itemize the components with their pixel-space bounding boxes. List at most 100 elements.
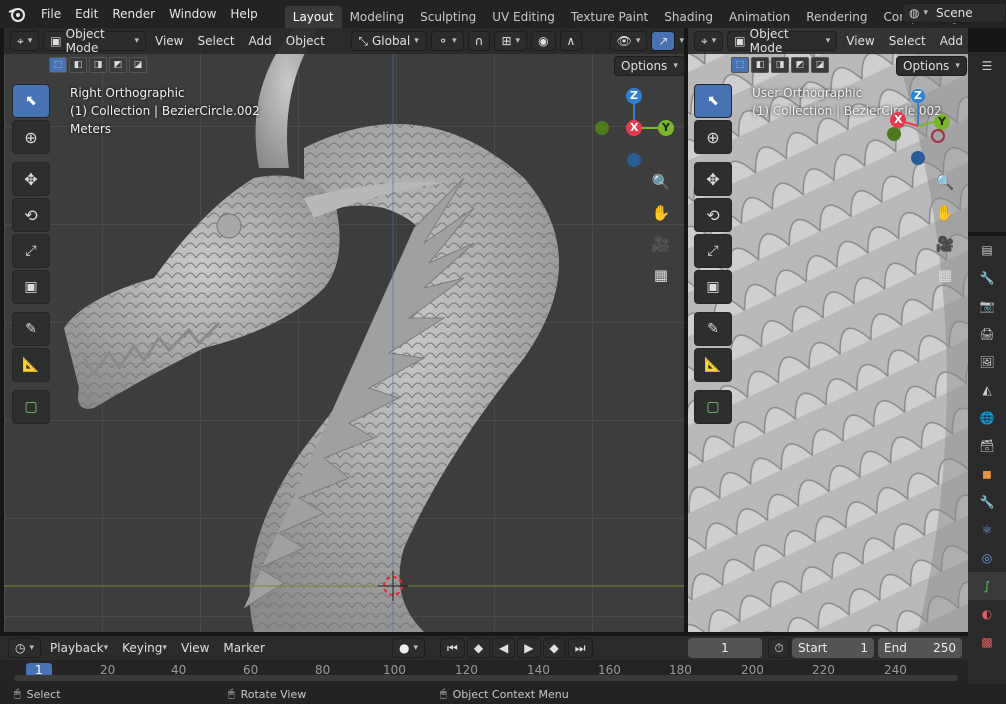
next-keyframe-button[interactable]: ◆ (542, 638, 566, 658)
gizmo-toggle[interactable]: ↗ (651, 31, 676, 51)
right-mode-select[interactable]: ▣ Object Mode ▾ (727, 27, 838, 55)
right-menu-select[interactable]: Select (884, 31, 931, 51)
prev-keyframe-button[interactable]: ◆ (466, 638, 491, 658)
modifier-tab[interactable]: 🔧 (968, 488, 1006, 516)
menu-object[interactable]: Object (281, 31, 330, 51)
right-move-tool[interactable]: ✥ (694, 162, 732, 196)
right-3d-viewport[interactable]: User Orthographic (1) Collection | Bezie… (688, 28, 968, 632)
right-select-intersect-button[interactable]: ◪ (811, 57, 829, 73)
right-navigation-gizmo[interactable]: Z X Y (886, 86, 962, 166)
tool-tab[interactable]: 🔧 (968, 264, 1006, 292)
current-frame-field[interactable]: 1 (688, 638, 762, 658)
marker-menu[interactable]: Marker (218, 638, 269, 658)
pan-button[interactable]: ✋ (648, 200, 674, 226)
right-menu-view[interactable]: View (841, 31, 879, 51)
end-frame-field[interactable]: End 250 (878, 638, 962, 658)
tab-texture-paint[interactable]: Texture Paint (563, 6, 656, 28)
output-tab[interactable]: 🖨 (968, 320, 1006, 348)
right-select-invert-button[interactable]: ◩ (791, 57, 809, 73)
right-select-extend-button[interactable]: ◧ (751, 57, 769, 73)
zoom-button[interactable]: 🔍 (648, 169, 674, 195)
select-subtract-button[interactable]: ◨ (89, 57, 107, 73)
right-scale-tool[interactable]: ⤢ (694, 234, 732, 268)
right-options-dropdown[interactable]: Options ▾ (896, 56, 967, 76)
world-tab[interactable]: 🌐 (968, 404, 1006, 432)
play-reverse-button[interactable]: ◀ (492, 638, 516, 658)
transform-orientation-select[interactable]: ⤡ Global ▾ (351, 31, 428, 51)
texture-tab[interactable]: ▩ (968, 628, 1006, 656)
tab-rendering[interactable]: Rendering (798, 6, 875, 28)
right-transform-tool[interactable]: ▣ (694, 270, 732, 304)
add-cube-tool[interactable]: ▢ (12, 390, 50, 424)
jump-end-button[interactable]: ⏭ (567, 638, 593, 658)
rotate-tool[interactable]: ⟲ (12, 198, 50, 232)
material-tab[interactable]: ◐ (968, 600, 1006, 628)
menu-add[interactable]: Add (244, 31, 277, 51)
menu-view[interactable]: View (150, 31, 188, 51)
tab-sculpting[interactable]: Sculpting (412, 6, 484, 28)
auto-keying-toggle[interactable]: ● ▾ (392, 638, 426, 658)
menu-file[interactable]: File (34, 3, 68, 25)
snap-toggle[interactable]: ∩ (467, 31, 491, 51)
right-rotate-tool[interactable]: ⟲ (694, 198, 732, 232)
menu-render[interactable]: Render (105, 3, 162, 25)
jump-start-button[interactable]: ⏮ (440, 638, 465, 658)
tab-uv-editing[interactable]: UV Editing (484, 6, 563, 28)
annotate-tool[interactable]: ✎ (12, 312, 50, 346)
ortho-toggle-button[interactable]: ▦ (648, 262, 674, 288)
playback-menu[interactable]: Playback ▾ (45, 638, 113, 658)
preview-range-toggle[interactable]: ⏱ (768, 638, 790, 658)
right-cursor-tool[interactable]: ⊕ (694, 120, 732, 154)
outliner-filter-icon[interactable]: ☰ (968, 52, 1006, 80)
navigation-gizmo[interactable]: Z X Y (594, 88, 674, 168)
select-intersect-button[interactable]: ◪ (129, 57, 147, 73)
physics-tab[interactable]: ◎ (968, 544, 1006, 572)
scene-selector[interactable]: ◍ ▾ Scene (902, 3, 1006, 23)
timeline-area[interactable]: 1 20 40 60 80 100 120 140 160 180 200 22… (0, 660, 968, 684)
select-invert-button[interactable]: ◩ (109, 57, 127, 73)
menu-edit[interactable]: Edit (68, 3, 105, 25)
keying-menu[interactable]: Keying ▾ (117, 638, 172, 658)
camera-view-button[interactable]: 🎥 (648, 231, 674, 257)
object-tab[interactable]: ◼ (968, 460, 1006, 488)
right-annotate-tool[interactable]: ✎ (694, 312, 732, 346)
right-menu-add[interactable]: Add (935, 31, 968, 51)
scale-tool[interactable]: ⤢ (12, 234, 50, 268)
measure-tool[interactable]: 📐 (12, 348, 50, 382)
render-tab[interactable]: 📷 (968, 292, 1006, 320)
editor-type-button[interactable]: ⌖ ▾ (10, 31, 40, 51)
visibility-button[interactable]: 👁 ▾ (609, 31, 648, 51)
move-tool[interactable]: ✥ (12, 162, 50, 196)
menu-help[interactable]: Help (223, 3, 264, 25)
timeline-view-menu[interactable]: View (176, 638, 214, 658)
tab-layout[interactable]: Layout (284, 6, 342, 28)
blender-logo-icon[interactable] (0, 0, 34, 28)
pivot-point-button[interactable]: ⚬ ▾ (431, 31, 464, 51)
view-layer-tab[interactable]: 🖼 (968, 348, 1006, 376)
collection-tab[interactable]: 🗃 (968, 432, 1006, 460)
right-select-new-button[interactable]: ⬚ (731, 57, 749, 73)
select-extend-button[interactable]: ◧ (69, 57, 87, 73)
timeline-editor-type[interactable]: ◷ ▾ (8, 638, 42, 658)
menu-window[interactable]: Window (162, 3, 223, 25)
right-add-cube-tool[interactable]: ▢ (694, 390, 732, 424)
tab-animation[interactable]: Animation (721, 6, 798, 28)
menu-select[interactable]: Select (193, 31, 240, 51)
snap-target-button[interactable]: ⊞ ▾ (494, 31, 528, 51)
scene-tab[interactable]: ◭ (968, 376, 1006, 404)
right-editor-type-button[interactable]: ⌖ ▾ (694, 31, 724, 51)
left-3d-viewport[interactable]: Right Orthographic (1) Collection | Bezi… (4, 28, 684, 632)
start-frame-field[interactable]: Start 1 (792, 638, 874, 658)
transform-tool[interactable]: ▣ (12, 270, 50, 304)
falloff-button[interactable]: ∧ (559, 31, 583, 51)
mode-select[interactable]: ▣ Object Mode ▾ (43, 27, 147, 55)
proportional-edit-toggle[interactable]: ◉ (531, 31, 556, 51)
play-button[interactable]: ▶ (517, 638, 541, 658)
select-new-button[interactable]: ⬚ (49, 57, 67, 73)
right-ortho-toggle-button[interactable]: ▦ (932, 262, 958, 288)
right-select-box-tool[interactable]: ⬉ (694, 84, 732, 118)
properties-editor-button[interactable]: ▤ (968, 236, 1006, 264)
tab-modeling[interactable]: Modeling (342, 6, 413, 28)
right-zoom-button[interactable]: 🔍 (932, 169, 958, 195)
gizmo-dropdown-icon[interactable]: ▾ (679, 36, 684, 46)
